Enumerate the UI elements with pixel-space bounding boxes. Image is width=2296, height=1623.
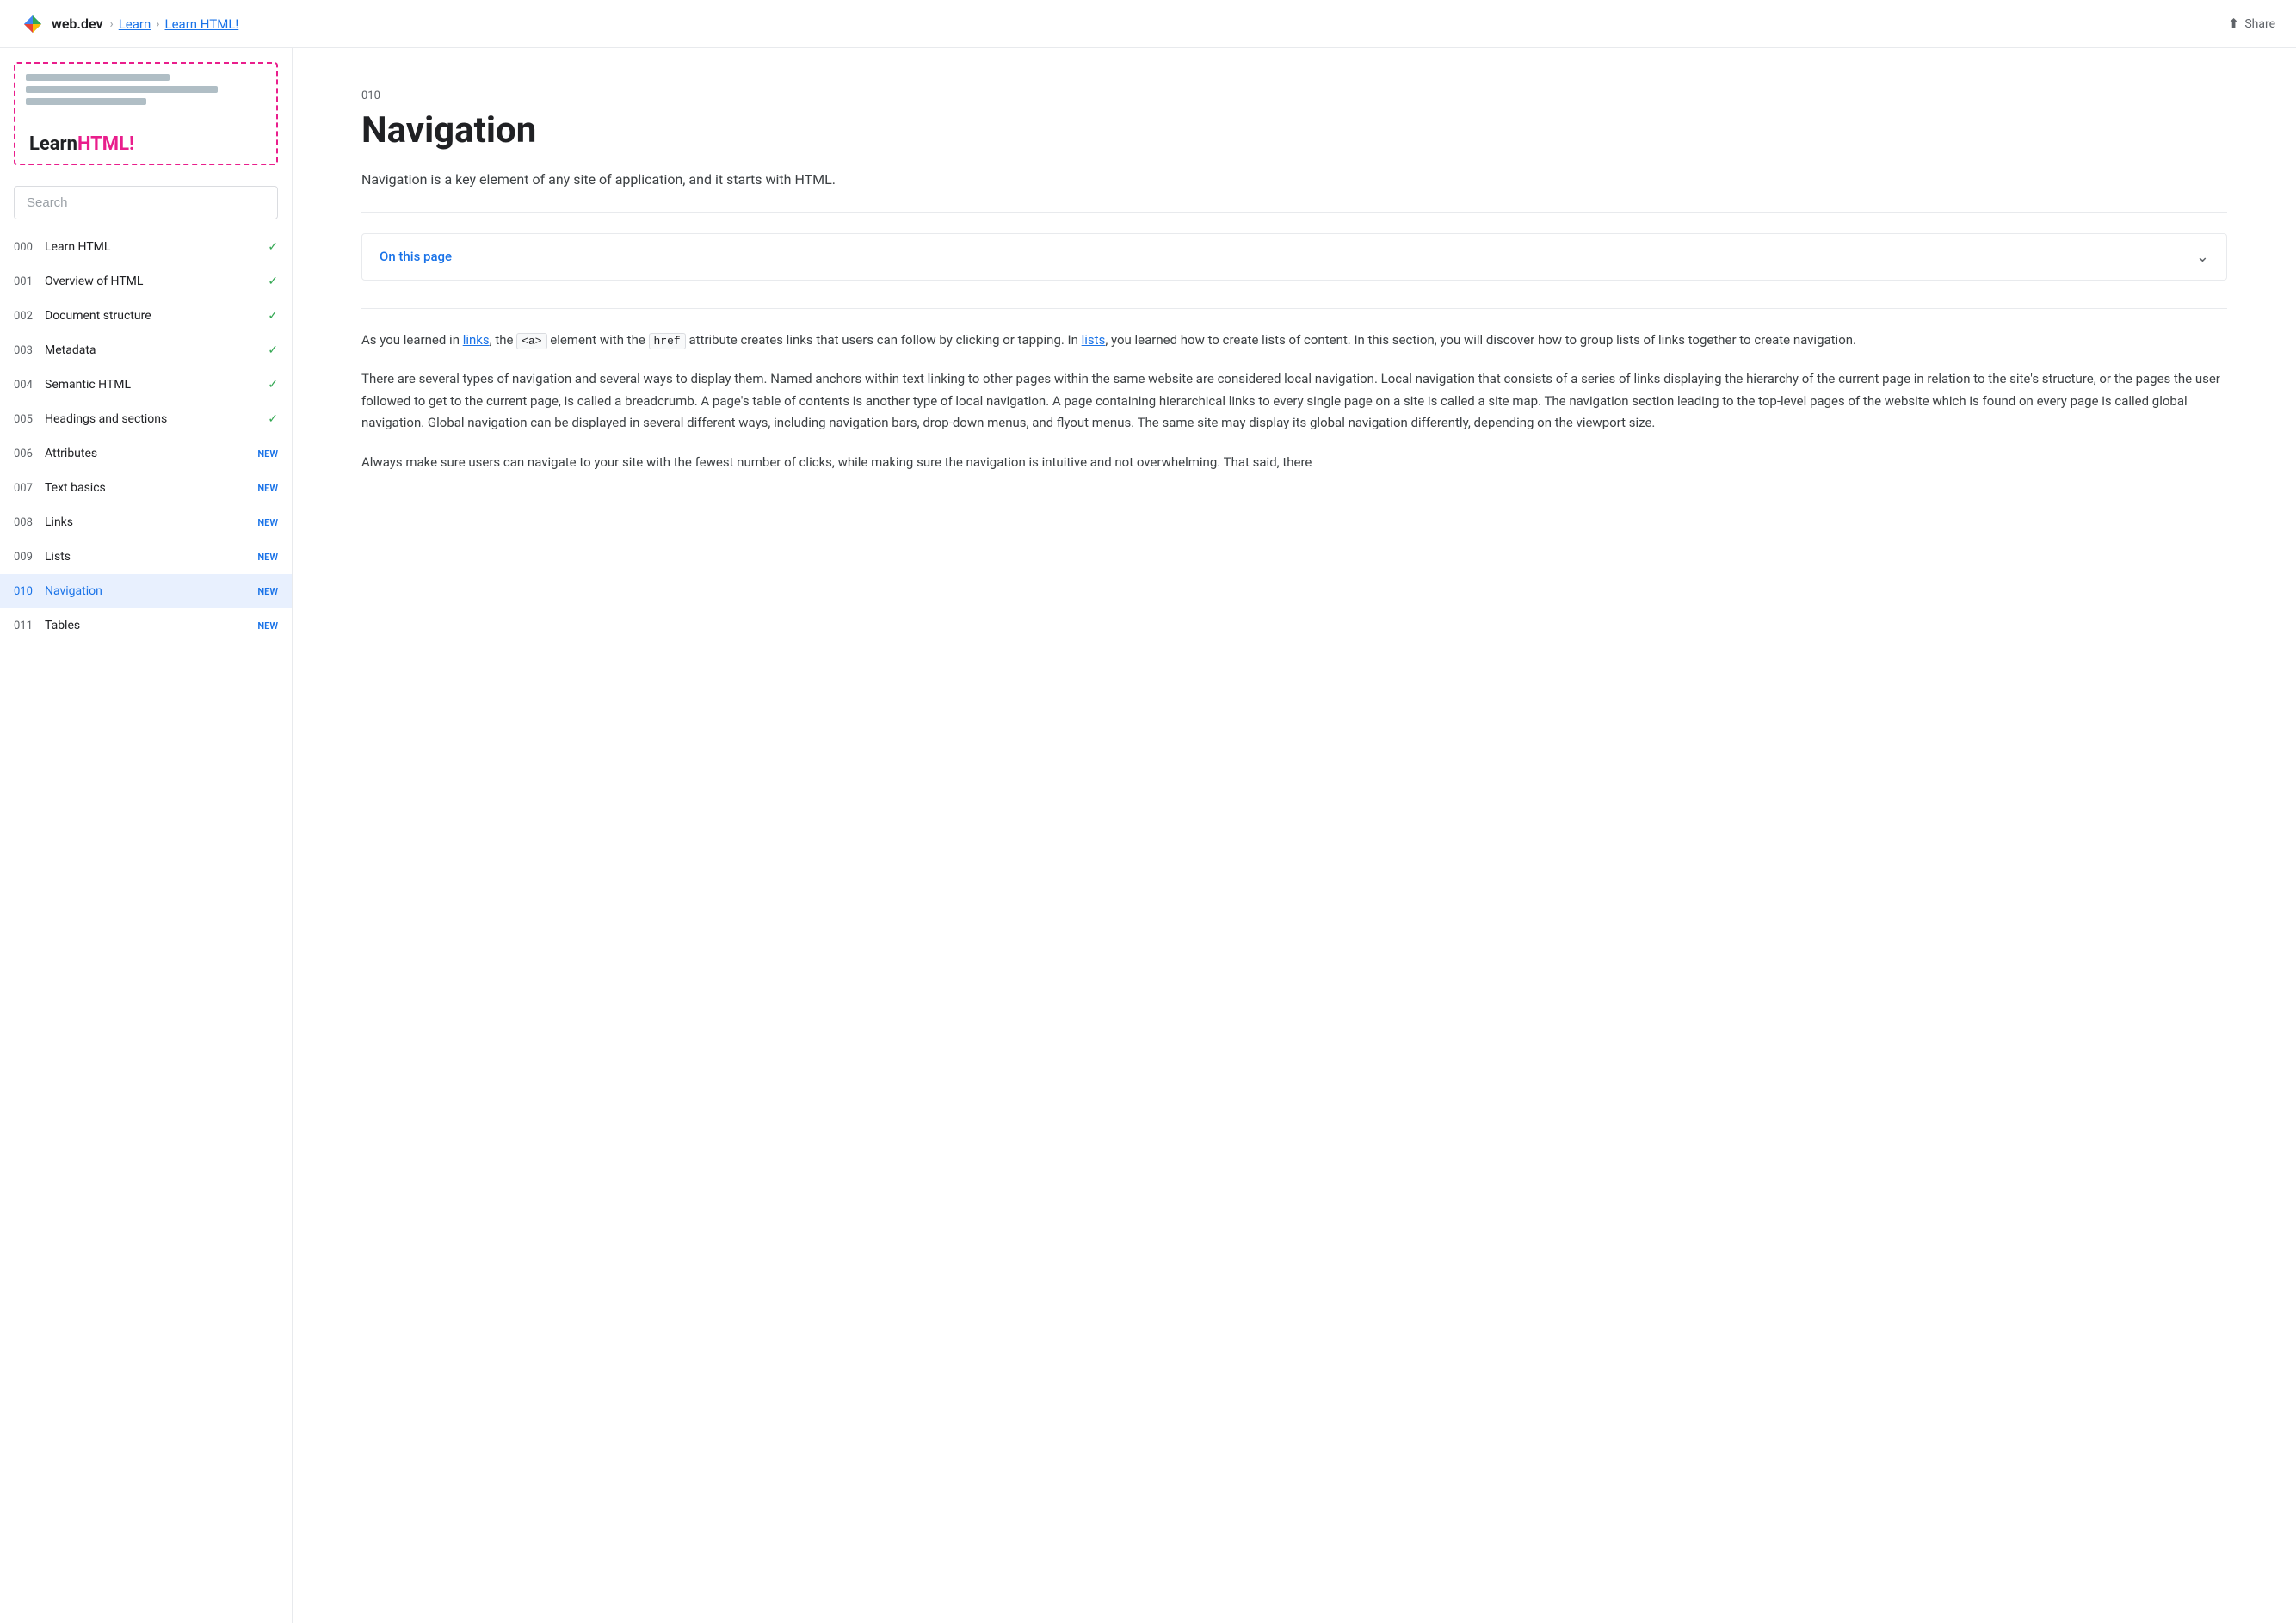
nav-item-002[interactable]: 002Document structure ✓ bbox=[0, 299, 292, 333]
hero-excl-text: ! bbox=[129, 133, 134, 155]
main-content: 010 Navigation Navigation is a key eleme… bbox=[293, 48, 2296, 1623]
nav-item-label-003: Metadata bbox=[45, 343, 261, 357]
nav-item-badge-010: NEW bbox=[257, 586, 278, 597]
nav-item-num-003: 003 bbox=[14, 344, 45, 357]
nav-item-num-002: 002 bbox=[14, 310, 45, 323]
nav-item-check-002: ✓ bbox=[268, 309, 278, 323]
hero-title: LearnHTML! bbox=[29, 133, 134, 155]
nav-item-004[interactable]: 004Semantic HTML ✓ bbox=[0, 367, 292, 402]
nav-item-num-007: 007 bbox=[14, 482, 45, 495]
nav-item-label-010: Navigation bbox=[45, 584, 250, 598]
sidebar: LearnHTML! 000Learn HTML✓001Overview of … bbox=[0, 48, 293, 1623]
nav-item-check-003: ✓ bbox=[268, 343, 278, 357]
nav-item-num-011: 011 bbox=[14, 620, 45, 633]
hero-bar-2 bbox=[26, 86, 218, 93]
divider-mid bbox=[361, 308, 2227, 309]
divider-top bbox=[361, 212, 2227, 213]
nav-item-num-009: 009 bbox=[14, 551, 45, 564]
breadcrumb-sep-1: › bbox=[110, 17, 114, 31]
paragraph-2: There are several types of navigation an… bbox=[361, 368, 2227, 435]
nav-item-label-011: Tables bbox=[45, 619, 250, 633]
href-code: href bbox=[649, 333, 686, 349]
hero-learn-text: Learn bbox=[29, 133, 77, 155]
paragraph-3: Always make sure users can navigate to y… bbox=[361, 452, 2227, 474]
nav-item-num-004: 004 bbox=[14, 379, 45, 392]
nav-item-check-001: ✓ bbox=[268, 275, 278, 288]
nav-item-num-010: 010 bbox=[14, 585, 45, 598]
sidebar-search bbox=[0, 179, 292, 223]
nav-item-008[interactable]: 008Links NEW bbox=[0, 505, 292, 540]
paragraph-1: As you learned in links, the <a> element… bbox=[361, 330, 2227, 352]
content-title: Navigation bbox=[361, 109, 2227, 151]
nav-item-badge-008: NEW bbox=[257, 517, 278, 528]
nav-item-num-008: 008 bbox=[14, 516, 45, 529]
main-layout: LearnHTML! 000Learn HTML✓001Overview of … bbox=[0, 48, 2296, 1623]
nav-item-check-000: ✓ bbox=[268, 240, 278, 254]
breadcrumb-sep-2: › bbox=[156, 17, 159, 31]
breadcrumb: › Learn › Learn HTML! bbox=[110, 16, 239, 32]
nav-item-010[interactable]: 010Navigation NEW bbox=[0, 574, 292, 608]
content-body: As you learned in links, the <a> element… bbox=[361, 330, 2227, 474]
nav-item-badge-011: NEW bbox=[257, 620, 278, 632]
nav-item-009[interactable]: 009Lists NEW bbox=[0, 540, 292, 574]
webdev-logo-icon bbox=[21, 12, 45, 36]
on-this-page-box[interactable]: On this page ⌄ bbox=[361, 233, 2227, 281]
logo-area[interactable]: web.dev bbox=[21, 12, 103, 36]
nav-item-label-009: Lists bbox=[45, 550, 250, 564]
nav-item-006[interactable]: 006Attributes NEW bbox=[0, 436, 292, 471]
nav-item-num-006: 006 bbox=[14, 447, 45, 460]
chevron-down-icon: ⌄ bbox=[2196, 248, 2209, 266]
a-tag-code: <a> bbox=[516, 333, 546, 349]
nav-item-label-000: Learn HTML bbox=[45, 240, 261, 254]
content-subtitle: Navigation is a key element of any site … bbox=[361, 169, 2227, 191]
hero-mockup bbox=[15, 64, 276, 120]
logo-text: web.dev bbox=[52, 15, 103, 32]
nav-item-label-007: Text basics bbox=[45, 481, 250, 495]
content-num: 010 bbox=[361, 89, 2227, 102]
nav-item-label-001: Overview of HTML bbox=[45, 275, 261, 288]
breadcrumb-learn-html[interactable]: Learn HTML! bbox=[165, 16, 239, 32]
nav-item-badge-007: NEW bbox=[257, 483, 278, 494]
share-button[interactable]: ⬆ Share bbox=[2228, 15, 2275, 32]
hero-bar-3 bbox=[26, 98, 146, 105]
nav-item-011[interactable]: 011Tables NEW bbox=[0, 608, 292, 643]
nav-item-num-005: 005 bbox=[14, 413, 45, 426]
lists-link[interactable]: lists bbox=[1082, 332, 1106, 348]
nav-item-005[interactable]: 005Headings and sections ✓ bbox=[0, 402, 292, 436]
nav-item-badge-006: NEW bbox=[257, 448, 278, 460]
nav-item-001[interactable]: 001Overview of HTML ✓ bbox=[0, 264, 292, 299]
search-input[interactable] bbox=[14, 186, 278, 219]
nav-item-label-004: Semantic HTML bbox=[45, 378, 261, 392]
hero-html-text: HTML bbox=[77, 133, 129, 155]
search-input-wrap bbox=[14, 186, 278, 219]
nav-item-label-005: Headings and sections bbox=[45, 412, 261, 426]
nav-item-label-006: Attributes bbox=[45, 447, 250, 460]
nav-item-check-004: ✓ bbox=[268, 378, 278, 392]
on-this-page-label: On this page bbox=[380, 249, 452, 264]
nav-item-num-001: 001 bbox=[14, 275, 45, 288]
share-icon: ⬆ bbox=[2228, 15, 2239, 32]
hero-bar-1 bbox=[26, 74, 170, 81]
nav-item-check-005: ✓ bbox=[268, 412, 278, 426]
links-link[interactable]: links bbox=[463, 332, 490, 348]
nav-item-label-002: Document structure bbox=[45, 309, 261, 323]
nav-item-007[interactable]: 007Text basics NEW bbox=[0, 471, 292, 505]
nav-item-label-008: Links bbox=[45, 515, 250, 529]
header-left: web.dev › Learn › Learn HTML! bbox=[21, 12, 238, 36]
sidebar-hero: LearnHTML! bbox=[14, 62, 278, 165]
breadcrumb-learn[interactable]: Learn bbox=[119, 16, 151, 32]
nav-item-num-000: 000 bbox=[14, 241, 45, 254]
nav-item-000[interactable]: 000Learn HTML ✓ bbox=[0, 230, 292, 264]
share-label: Share bbox=[2244, 17, 2275, 31]
nav-item-badge-009: NEW bbox=[257, 552, 278, 563]
nav-list: 000Learn HTML✓001Overview of HTML✓002Doc… bbox=[0, 223, 292, 650]
nav-item-003[interactable]: 003Metadata ✓ bbox=[0, 333, 292, 367]
top-header: web.dev › Learn › Learn HTML! ⬆ Share bbox=[0, 0, 2296, 48]
